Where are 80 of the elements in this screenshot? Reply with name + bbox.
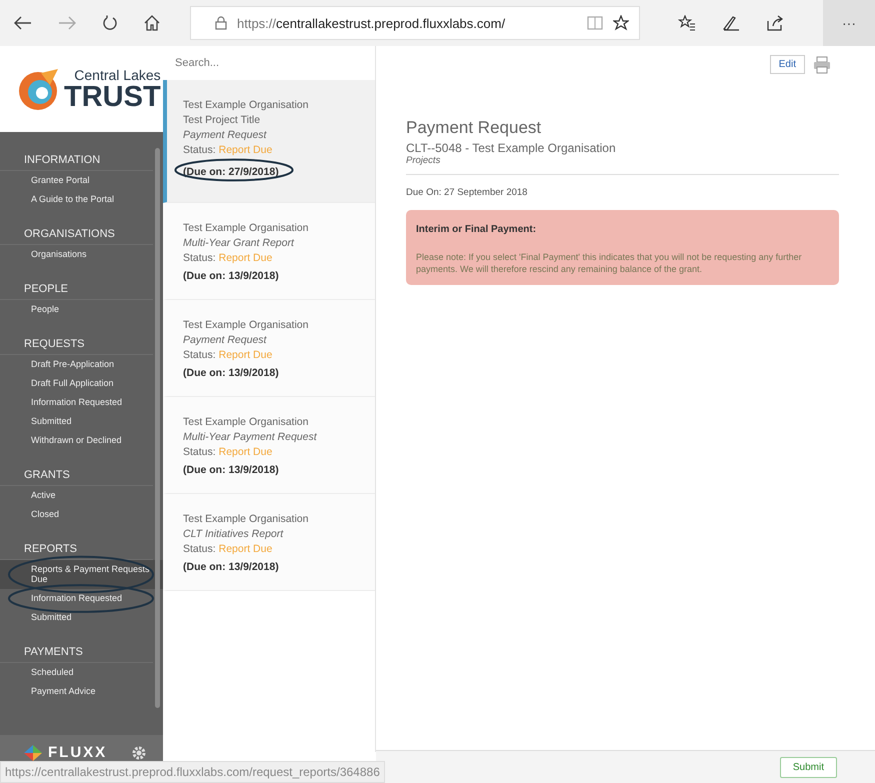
alert-text: Please note: If you select 'Final Payment' this indicates that you will not be requesting any further payments. We will therefore rescind any remaining balance of the grant. [416,251,803,275]
back-icon[interactable] [14,16,32,30]
card-text: Test Example Organisation [183,221,310,236]
request-card[interactable]: Test Example Organisation Multi-Year Grant Report Status: Report Due (Due on: 13/9/2018) [163,203,375,300]
section-heading: GRANTS [0,463,153,486]
sidebar-item[interactable]: Withdrawn or Declined [0,431,163,450]
home-icon[interactable] [144,15,160,31]
card-text: Test Example Organisation [183,415,310,430]
more-button[interactable]: ··· [823,0,875,46]
due-date: (Due on: 13/9/2018) [183,463,279,478]
sidebar-item[interactable]: Submitted [0,412,163,431]
section-heading: REQUESTS [0,332,153,355]
sidebar-item[interactable]: Payment Advice [0,682,163,701]
status-label: Status: [183,446,216,458]
sidebar-item[interactable]: Draft Pre-Application [0,355,163,374]
sidebar-item[interactable]: Submitted [0,608,163,627]
status-label: Status: [183,252,216,264]
alert-title: Interim or Final Payment: [416,224,538,235]
url-text: https://centrallakestrust.preprod.fluxxlabs.com/ [237,16,506,30]
category-text: Projects [406,155,442,166]
submit-button[interactable]: Submit [780,756,837,778]
request-type: Multi-Year Grant Report [183,236,296,251]
request-type: Payment Request [183,128,268,143]
status-text: Report Due [218,446,272,458]
card-text: Test Example Organisation [183,318,310,333]
due-date: (Due on: 13/9/2018) [183,366,279,381]
share-icon[interactable] [766,15,784,31]
request-card[interactable]: Test Example Organisation Multi-Year Payment Request Status: Report Due (Due on: 13/9/2018) [163,397,375,494]
status-label: Status: [183,543,216,555]
fluxx-logo-icon [24,745,42,761]
lock-icon [215,16,227,30]
request-type: Multi-Year Payment Request [183,430,318,445]
status-text: Report Due [218,144,272,156]
logo-wordmark: TRUST [64,82,161,112]
sidebar-item[interactable]: Information Requested [0,393,163,412]
sidebar-item[interactable]: Scheduled [0,663,163,682]
status-label: Status: [183,349,216,361]
status-bar-url: https://centrallakestrust.preprod.fluxxlabs.com/request_reports/364886 [0,761,385,783]
due-date: (Due on: 13/9/2018) [183,269,279,284]
section-heading: ORGANISATIONS [0,222,153,245]
print-icon[interactable] [813,56,831,74]
logo-text: Central Lakes [74,66,161,82]
settings-icon[interactable] [131,745,148,761]
card-text: Test Example Organisation [183,98,310,113]
card-text: Test Project Title [183,113,262,128]
request-type: Payment Request [183,333,268,348]
page-title: Payment Request [406,118,542,138]
section-heading: PEOPLE [0,277,153,300]
due-date: (Due on: 13/9/2018) [183,560,279,575]
star-icon[interactable] [613,15,629,31]
edit-button[interactable]: Edit [770,55,805,74]
sidebar-item[interactable]: Closed [0,505,163,524]
request-type: CLT Initiatives Report [183,527,284,542]
due-date: (Due on: 27/9/2018) [183,165,279,180]
request-card[interactable]: Test Example Organisation Payment Request Status: Report Due (Due on: 13/9/2018) [163,300,375,397]
logo-icon [16,67,60,111]
address-bar[interactable]: https://centrallakestrust.preprod.fluxxlabs.com/ [190,6,640,40]
pen-icon[interactable] [722,15,740,31]
section-heading: INFORMATION [0,148,153,171]
status-text: Report Due [218,543,272,555]
section-heading: PAYMENTS [0,640,153,663]
status-text: Report Due [218,252,272,264]
request-card[interactable]: Test Example Organisation CLT Initiatives Report Status: Report Due (Due on: 13/9/2018) [163,494,375,591]
brand-name: FLUXX [48,744,108,761]
card-text: Test Example Organisation [183,512,310,527]
record-subtitle: CLT--5048 - Test Example Organisation [406,141,617,155]
status-label: Status: [183,144,216,156]
sidebar-item[interactable]: Active [0,486,163,505]
sidebar-item[interactable]: People [0,300,163,319]
sidebar-item[interactable]: Organisations [0,245,163,264]
favorites-icon[interactable] [678,15,696,31]
refresh-icon[interactable] [102,15,118,31]
scrollbar[interactable] [155,148,160,708]
sidebar-item[interactable]: Information Requested [0,589,163,608]
sidebar-item[interactable]: Grantee Portal [0,171,163,190]
status-text: Report Due [218,349,272,361]
sidebar-item[interactable]: A Guide to the Portal [0,190,163,209]
due-date: Due On: 27 September 2018 [406,187,528,198]
request-card[interactable]: Test Example Organisation Test Project Title Payment Request Status: Report Due (Due on: 27/9/2018) [163,80,375,203]
sidebar-item[interactable]: Draft Full Application [0,374,163,393]
